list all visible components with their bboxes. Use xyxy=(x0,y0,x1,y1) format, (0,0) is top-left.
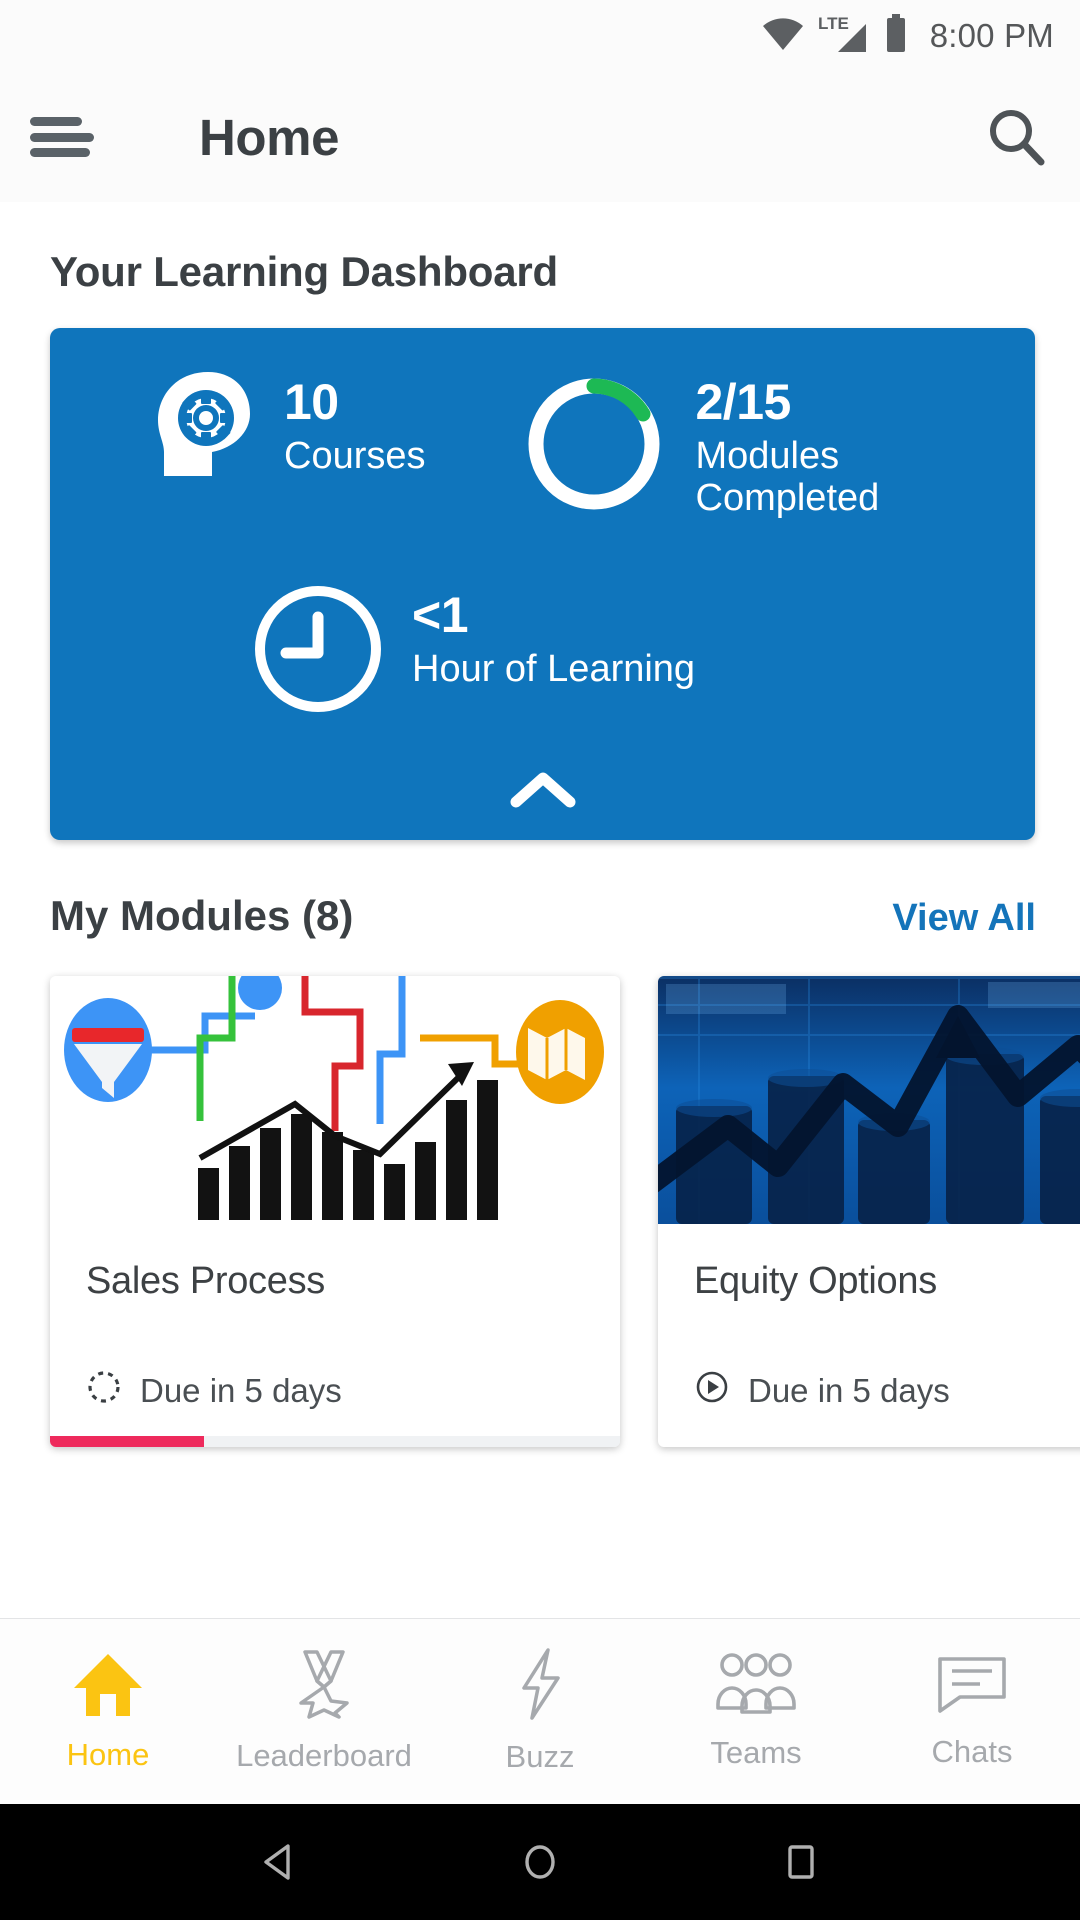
stat-hours-value: <1 xyxy=(412,587,469,643)
bottom-navigation: Home Leaderboard Buzz Teams Chats xyxy=(0,1618,1080,1804)
module-card-due-row: Due in 5 days xyxy=(658,1303,1080,1447)
battery-icon xyxy=(884,13,908,59)
nav-item-leaderboard-label: Leaderboard xyxy=(236,1738,412,1773)
hamburger-menu-icon[interactable] xyxy=(30,111,96,163)
module-card[interactable]: Sales Process Due in 5 days xyxy=(50,976,620,1447)
chevron-up-icon[interactable] xyxy=(50,762,1035,818)
dashboard-section-title: Your Learning Dashboard xyxy=(50,248,559,295)
search-icon[interactable] xyxy=(980,101,1052,173)
stat-hours-text: <1 Hour of Learning xyxy=(412,581,695,690)
progress-ring-icon xyxy=(518,368,670,525)
head-with-gear-icon xyxy=(150,368,258,485)
module-card-due-label: Due in 5 days xyxy=(140,1372,342,1409)
stat-modules-label: Modules Completed xyxy=(695,434,880,520)
module-card-progress-fill xyxy=(50,1436,204,1447)
module-thumbnail-equity-options xyxy=(658,976,1080,1224)
stat-courses-label: Courses xyxy=(284,434,426,477)
medal-icon xyxy=(291,1649,357,1724)
lte-signal-icon: LTE xyxy=(818,14,870,59)
nav-item-home-label: Home xyxy=(66,1737,150,1772)
lightning-bolt-icon xyxy=(514,1648,566,1725)
my-modules-title: My Modules (8) xyxy=(50,892,354,939)
nav-item-teams[interactable]: Teams xyxy=(648,1652,864,1771)
stat-modules-text: 2/15 Modules Completed xyxy=(696,368,880,520)
status-bar: LTE 8:00 PM xyxy=(0,0,1080,72)
main-scroll-area[interactable]: Your Learning Dashboard 10 Courses 2/15 … xyxy=(0,202,1080,1618)
module-card-due-row: Due in 5 days xyxy=(50,1303,620,1447)
app-root: LTE 8:00 PM Home Your Learning Dashboard xyxy=(0,0,1080,1920)
nav-item-buzz[interactable]: Buzz xyxy=(432,1648,648,1775)
circle-home-icon[interactable] xyxy=(518,1840,562,1884)
module-card[interactable]: Equity Options Due in 5 days xyxy=(658,976,1080,1447)
nav-item-teams-label: Teams xyxy=(710,1735,802,1770)
play-circle-icon xyxy=(694,1369,730,1413)
dashboard-stats-row: 10 Courses 2/15 Modules Completed xyxy=(50,368,1035,525)
app-bar: Home xyxy=(0,72,1080,202)
stat-hours-label: Hour of Learning xyxy=(412,647,696,690)
stat-courses-text: 10 Courses xyxy=(284,368,426,477)
stat-courses: 10 Courses xyxy=(50,368,426,485)
module-card-body: Equity Options xyxy=(658,1224,1080,1303)
module-card-body: Sales Process xyxy=(50,1224,620,1303)
module-card-progress-bar xyxy=(50,1436,620,1447)
people-group-icon xyxy=(715,1652,797,1721)
dashed-circle-in-progress-icon xyxy=(86,1369,122,1413)
my-modules-header: My Modules (8) View All xyxy=(0,840,1080,940)
stat-hours: <1 Hour of Learning xyxy=(50,581,1035,722)
module-card-title: Equity Options xyxy=(694,1260,937,1302)
module-card-list[interactable]: Sales Process Due in 5 days Equity Optio… xyxy=(0,940,1080,1447)
module-thumbnail-sales-process xyxy=(50,976,620,1224)
learning-dashboard-card[interactable]: 10 Courses 2/15 Modules Completed <1 Hou… xyxy=(50,328,1035,840)
page-title: Home xyxy=(199,108,340,166)
chat-bubble-icon xyxy=(936,1653,1008,1720)
android-system-nav xyxy=(0,1804,1080,1920)
triangle-back-icon[interactable] xyxy=(258,1840,302,1884)
stat-courses-value: 10 xyxy=(284,374,339,430)
module-card-title: Sales Process xyxy=(86,1260,325,1302)
stat-modules-value: 2/15 xyxy=(695,374,792,430)
nav-item-leaderboard[interactable]: Leaderboard xyxy=(216,1649,432,1774)
square-recents-icon[interactable] xyxy=(778,1840,822,1884)
svg-text:LTE: LTE xyxy=(818,14,849,33)
clock-icon xyxy=(250,581,386,722)
nav-item-chats[interactable]: Chats xyxy=(864,1653,1080,1770)
wifi-icon xyxy=(762,17,804,56)
stat-modules: 2/15 Modules Completed xyxy=(426,368,880,525)
view-all-link[interactable]: View All xyxy=(892,897,1036,940)
nav-item-buzz-label: Buzz xyxy=(505,1739,575,1774)
home-icon xyxy=(72,1650,144,1723)
module-card-due-label: Due in 5 days xyxy=(748,1372,950,1409)
status-bar-clock: 8:00 PM xyxy=(929,17,1054,54)
nav-item-home[interactable]: Home xyxy=(0,1650,216,1773)
nav-item-chats-label: Chats xyxy=(931,1734,1013,1769)
